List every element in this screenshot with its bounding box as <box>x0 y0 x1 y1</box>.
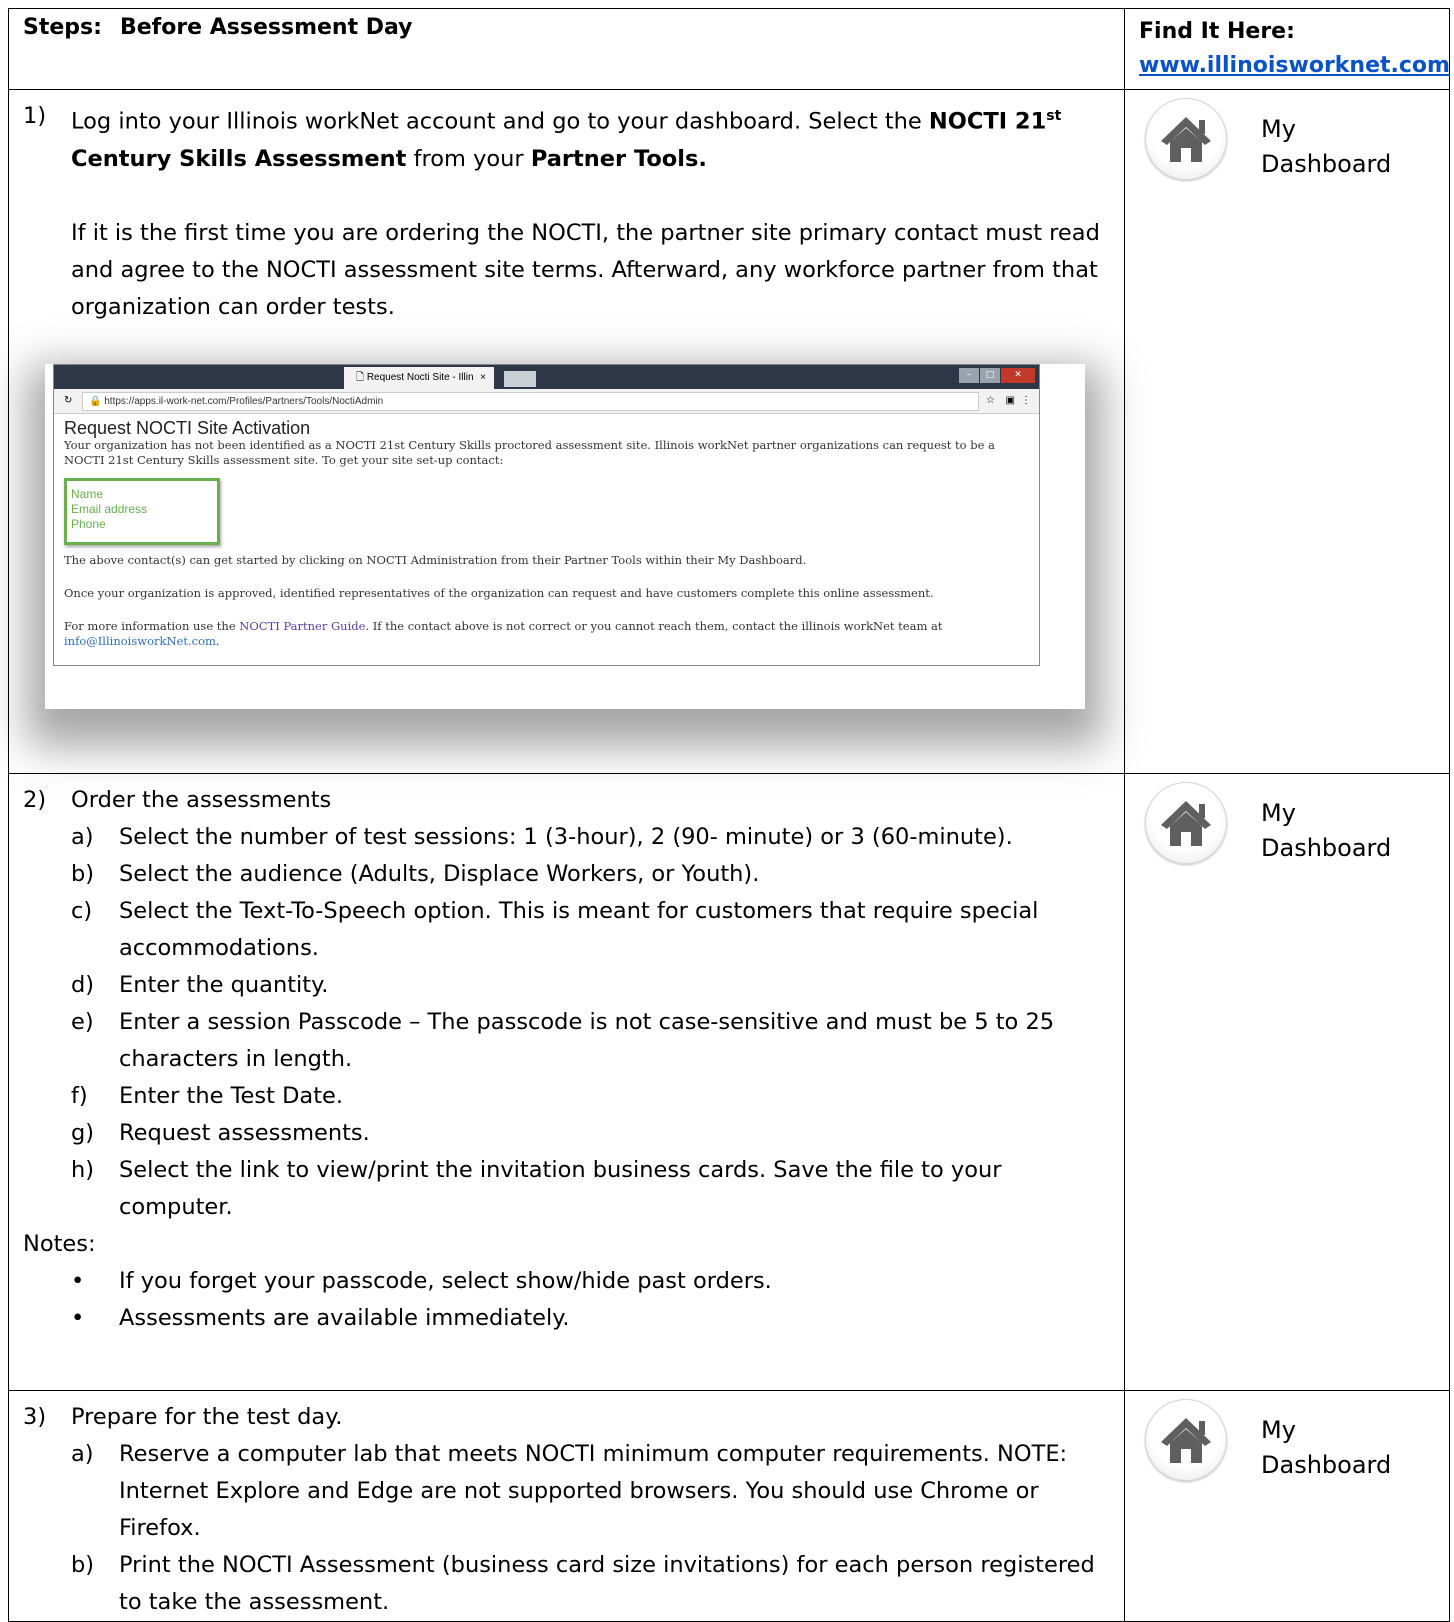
home-icon <box>1145 782 1227 864</box>
browser-screenshot: 🗋 Request Nocti Site - Illin × – □ ✕ ↻ 🔒 ht… <box>35 356 1100 726</box>
address-bar: ↻ 🔒 https://apps.il-work-net.com/Profile… <box>54 388 1039 414</box>
find-header-cell: Find It Here: www.illinoisworknet.com <box>1124 8 1450 90</box>
reload-icon: ↻ <box>64 394 73 406</box>
step-1-paragraph: If it is the first time you are ordering… <box>71 219 1100 320</box>
contact-phone: Phone <box>71 516 106 531</box>
extension-icon: ▣ <box>1005 394 1015 406</box>
step-number: 3) <box>23 1404 47 1430</box>
steps-label: Steps: <box>23 15 102 40</box>
screenshot-para-1: The above contact(s) can get started by … <box>64 552 807 567</box>
document-page: Steps: Before Assessment Day Find It Here… <box>0 0 1454 1622</box>
home-icon <box>1145 98 1227 180</box>
notes-list: • If you forget your passcode, select sho… <box>71 1263 1110 1337</box>
new-tab-icon <box>504 370 536 387</box>
dashboard-label: My Dashboard <box>1261 115 1392 178</box>
screenshot-body: Request NOCTI Site Activation Your organ… <box>54 414 1039 649</box>
screenshot-para-3: For more information use the NOCTI Partn… <box>64 618 943 648</box>
my-dashboard-link[interactable]: My Dashboard <box>1125 90 1449 182</box>
steps-table: Steps: Before Assessment Day Find It Here… <box>8 8 1450 1622</box>
my-dashboard-link[interactable]: My Dashboard <box>1125 1391 1449 1483</box>
step-3-row: 3) Prepare for the test day. a) Reserve a… <box>8 1390 1450 1622</box>
steps-title: Before Assessment Day <box>119 15 413 40</box>
step-number: 2) <box>23 787 47 813</box>
step-1-text: Log into your Illinois workNet account a… <box>71 108 1062 172</box>
screenshot-para-2: Once your organization is approved, iden… <box>64 585 934 600</box>
list-item: h) Select the link to view/print the invi… <box>71 1157 1002 1220</box>
contact-name: Name <box>71 486 104 501</box>
contact-email: Email address <box>71 501 148 516</box>
bullet-icon: • <box>71 1305 85 1331</box>
step-2-content: 2) Order the assessments a) Select the nu… <box>8 773 1125 1391</box>
menu-icon: ⋮ <box>1021 394 1031 406</box>
email-link: info@IllinoisworkNet.com <box>64 633 216 648</box>
star-icon: ☆ <box>986 394 995 406</box>
contact-box: Name Email address Phone <box>64 477 220 545</box>
window-controls: – □ ✕ <box>958 367 1035 383</box>
step-2-title: Order the assessments <box>71 787 332 813</box>
minimize-icon: – <box>959 367 979 383</box>
bullet-icon: • <box>71 1268 85 1294</box>
list-item: • If you forget your passcode, select sho… <box>71 1263 1110 1300</box>
step-number: 1) <box>23 103 47 129</box>
browser-tab: 🗋 Request Nocti Site - Illin × <box>344 366 494 389</box>
browser-titlebar: 🗋 Request Nocti Site - Illin × – □ ✕ <box>54 364 1039 389</box>
list-item: • Assessments are available immediately. <box>71 1300 1110 1337</box>
url-field: 🔒 https://apps.il-work-net.com/Profiles/… <box>82 391 979 411</box>
step-2-row: 2) Order the assessments a) Select the nu… <box>8 773 1450 1391</box>
close-icon: ✕ <box>1001 367 1035 383</box>
list-item: d) Enter the quantity. <box>71 972 329 998</box>
notes-label: Notes: <box>23 1231 96 1257</box>
list-item: f) Enter the Test Date. <box>71 1083 344 1109</box>
step-3-content: 3) Prepare for the test day. a) Reserve a… <box>8 1390 1125 1622</box>
list-item: e) Enter a session Passcode – The passcod… <box>71 1009 1055 1072</box>
screenshot-heading: Request NOCTI Site Activation <box>64 417 311 438</box>
step-3-find-cell: My Dashboard <box>1124 1390 1450 1622</box>
list-item: a) Select the number of test sessions: 1 … <box>71 824 1013 850</box>
find-label: Find It Here: <box>1139 19 1295 44</box>
step-1-find-cell: My Dashboard <box>1124 89 1450 774</box>
screenshot-intro: Your organization has not been identifie… <box>64 437 995 467</box>
dashboard-label: My Dashboard <box>1261 1416 1392 1479</box>
home-icon <box>1145 1399 1227 1481</box>
step-1-row: 1) Log into your Illinois workNet accoun… <box>8 89 1450 774</box>
illinoisworknet-link[interactable]: www.illinoisworknet.com <box>1139 53 1450 78</box>
list-item: b) Print the NOCTI Assessment (business c… <box>71 1552 1095 1615</box>
list-item: b) Select the audience (Adults, Displace … <box>71 861 760 887</box>
my-dashboard-link[interactable]: My Dashboard <box>1125 774 1449 866</box>
page-icon: 🗋 <box>356 371 367 383</box>
maximize-icon: □ <box>980 367 1000 383</box>
list-item: a) Reserve a computer lab that meets NOCT… <box>71 1441 1068 1541</box>
step-1-content: 1) Log into your Illinois workNet accoun… <box>8 89 1125 774</box>
close-tab-icon: × <box>480 371 486 383</box>
dashboard-label: My Dashboard <box>1261 799 1392 862</box>
step-3-title: Prepare for the test day. <box>71 1404 343 1430</box>
lock-icon: 🔒 <box>89 395 105 407</box>
list-item: g) Request assessments. <box>71 1120 370 1146</box>
partner-guide-link: NOCTI Partner Guide <box>239 618 366 633</box>
list-item: c) Select the Text-To-Speech option. This… <box>71 898 1039 961</box>
steps-header-cell: Steps: Before Assessment Day <box>8 8 1125 90</box>
header-row: Steps: Before Assessment Day Find It Here… <box>8 8 1450 90</box>
step-2-find-cell: My Dashboard <box>1124 773 1450 1391</box>
step-2-list: a) Select the number of test sessions: 1 … <box>23 819 1110 1226</box>
